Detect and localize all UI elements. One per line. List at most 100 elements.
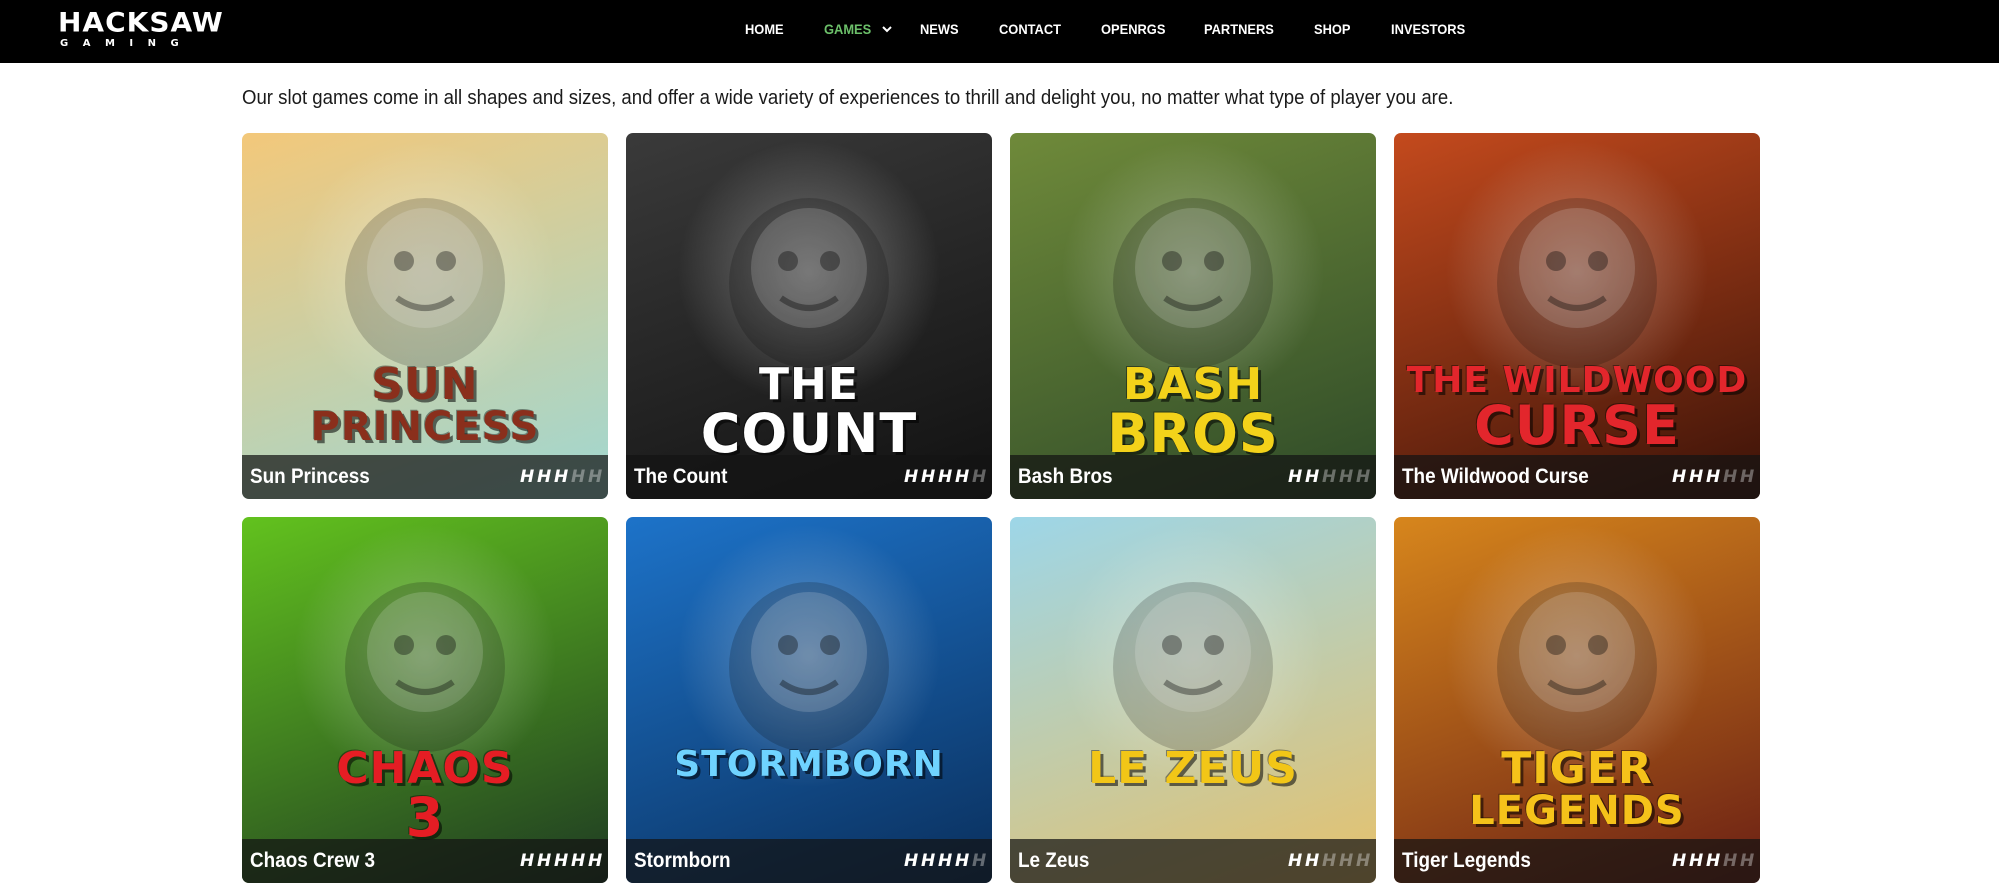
nav-item-partners[interactable]: PARTNERS xyxy=(1204,19,1274,39)
volatility-icon-filled: H xyxy=(537,851,552,871)
volatility-icon-empty: H xyxy=(1723,851,1738,871)
game-character-illustration xyxy=(729,582,889,752)
volatility-icon-empty: H xyxy=(571,467,586,487)
volatility-icon-filled: H xyxy=(520,851,535,871)
game-title: Chaos Crew 3 xyxy=(250,849,376,872)
volatility-icon-filled: H xyxy=(1706,851,1721,871)
volatility-icon-filled: H xyxy=(938,851,953,871)
main-nav: HOME GAMES NEWS CONTACT OPENRGS PARTNERS… xyxy=(0,0,1999,63)
game-logo-line-2: BROS xyxy=(1107,402,1279,465)
game-logo-line-2: LEGENDS xyxy=(1469,788,1685,834)
volatility-rating: HHHHH xyxy=(904,467,986,487)
nav-item-news[interactable]: NEWS xyxy=(920,19,959,39)
volatility-icon-filled: H xyxy=(1672,851,1687,871)
game-card[interactable]: THE COUNT The Count H H H H H xyxy=(626,133,992,499)
game-title: Tiger Legends xyxy=(1402,849,1531,872)
game-card[interactable]: LE ZEUS Le Zeus H H H H H xyxy=(1010,517,1376,883)
game-card[interactable]: SUN PRINCESS Sun Princess H H H H H xyxy=(242,133,608,499)
nav-item-contact[interactable]: CONTACT xyxy=(999,19,1061,39)
games-grid: SUN PRINCESS Sun Princess H H H H H THE COUNT The … xyxy=(242,133,1760,885)
volatility-icon-filled: H xyxy=(921,467,936,487)
volatility-icon-filled: H xyxy=(554,467,569,487)
volatility-icon-empty: H xyxy=(588,467,603,487)
volatility-icon-filled: H xyxy=(537,467,552,487)
game-card-footer: Chaos Crew 3HHHHH xyxy=(242,839,608,883)
game-card[interactable]: THE WILDWOOD CURSE The Wildwood Curse H H H H H xyxy=(1394,133,1760,499)
game-card[interactable]: CHAOS 3 Chaos Crew 3HHHHH xyxy=(242,517,608,883)
game-logo-art: LE ZEUS xyxy=(1010,747,1376,791)
game-card-footer: Stormborn H H H H H xyxy=(626,839,992,883)
game-logo-line-2: 3 xyxy=(405,786,445,849)
top-navigation-bar: HACKSAW GAMING HOME GAMES NEWS CONTACT O… xyxy=(0,0,1999,63)
volatility-rating: HHHHH xyxy=(1288,467,1370,487)
volatility-icon-filled: H xyxy=(1305,851,1320,871)
volatility-icon-empty: H xyxy=(1322,851,1337,871)
volatility-icon-filled: H xyxy=(904,467,919,487)
nav-item-investors[interactable]: INVESTORS xyxy=(1391,19,1465,39)
game-logo-art: CHAOS 3 xyxy=(242,747,608,845)
game-logo-line-1: STORMBORN xyxy=(674,744,944,785)
game-card[interactable]: TIGER LEGENDS Tiger Legends H H H H H xyxy=(1394,517,1760,883)
volatility-icon-filled: H xyxy=(571,851,586,871)
volatility-rating: HHHHH xyxy=(520,851,602,871)
volatility-icon-filled: H xyxy=(1288,851,1303,871)
intro-text: Our slot games come in all shapes and si… xyxy=(242,87,1454,109)
game-card-footer: The Count H H H H H xyxy=(626,455,992,499)
volatility-icon-filled: H xyxy=(588,851,603,871)
chevron-down-icon[interactable] xyxy=(880,22,894,36)
game-title: Stormborn xyxy=(634,849,731,872)
volatility-rating: HHHHH xyxy=(1672,467,1754,487)
game-logo-line-1: THE xyxy=(759,359,859,410)
volatility-icon-filled: H xyxy=(520,467,535,487)
volatility-icon-empty: H xyxy=(972,467,987,487)
volatility-icon-empty: H xyxy=(1339,851,1354,871)
nav-item-openrgs[interactable]: OPENRGS xyxy=(1101,19,1165,39)
volatility-icon-empty: H xyxy=(1356,851,1371,871)
game-logo-art: STORMBORN xyxy=(626,747,992,783)
volatility-rating: HHHHH xyxy=(1672,851,1754,871)
volatility-icon-filled: H xyxy=(1288,467,1303,487)
game-card[interactable]: STORMBORN Stormborn H H H H H xyxy=(626,517,992,883)
volatility-icon-empty: H xyxy=(972,851,987,871)
volatility-icon-empty: H xyxy=(1740,851,1755,871)
nav-item-home[interactable]: HOME xyxy=(745,19,784,39)
game-character-illustration xyxy=(1113,582,1273,752)
game-logo-line-1: TIGER xyxy=(1501,743,1653,794)
game-title: Le Zeus xyxy=(1018,849,1090,872)
game-logo-line-2: COUNT xyxy=(700,402,918,465)
nav-item-shop[interactable]: SHOP xyxy=(1314,19,1351,39)
game-logo-line-2: CURSE xyxy=(1474,394,1680,457)
game-logo-art: TIGER LEGENDS xyxy=(1394,743,1760,834)
game-logo-line-1: LE ZEUS xyxy=(1088,743,1298,794)
volatility-rating: HHHHH xyxy=(904,851,986,871)
game-card-footer: Sun Princess H H H H H xyxy=(242,455,608,499)
volatility-icon-filled: H xyxy=(955,851,970,871)
game-logo-line-1: CHAOS xyxy=(336,743,514,794)
volatility-rating: HHHHH xyxy=(520,467,602,487)
volatility-icon-filled: H xyxy=(554,851,569,871)
game-card-footer: Le Zeus H H H H H xyxy=(1010,839,1376,883)
volatility-icon-filled: H xyxy=(1689,467,1704,487)
game-card-footer: The Wildwood Curse H H H H H xyxy=(1394,455,1760,499)
volatility-icon-empty: H xyxy=(1356,467,1371,487)
volatility-rating: HHHHH xyxy=(1288,851,1370,871)
volatility-icon-filled: H xyxy=(1706,467,1721,487)
volatility-icon-filled: H xyxy=(921,851,936,871)
volatility-icon-filled: H xyxy=(1672,467,1687,487)
game-title: Sun Princess xyxy=(250,465,370,488)
game-title: The Count xyxy=(634,465,728,488)
volatility-icon-filled: H xyxy=(1305,467,1320,487)
volatility-icon-filled: H xyxy=(1689,851,1704,871)
nav-item-games[interactable]: GAMES xyxy=(824,19,871,39)
volatility-icon-empty: H xyxy=(1723,467,1738,487)
volatility-icon-filled: H xyxy=(938,467,953,487)
volatility-icon-filled: H xyxy=(904,851,919,871)
volatility-icon-empty: H xyxy=(1339,467,1354,487)
game-logo-art: THE WILDWOOD CURSE xyxy=(1394,363,1760,453)
game-logo-line-1: SUN xyxy=(371,359,479,410)
game-title: The Wildwood Curse xyxy=(1402,465,1589,488)
game-card[interactable]: BASH BROS Bash Bros H H H H H xyxy=(1010,133,1376,499)
game-logo-art: SUN PRINCESS xyxy=(242,359,608,448)
game-logo-art: BASH BROS xyxy=(1010,363,1376,461)
volatility-icon-empty: H xyxy=(1740,467,1755,487)
